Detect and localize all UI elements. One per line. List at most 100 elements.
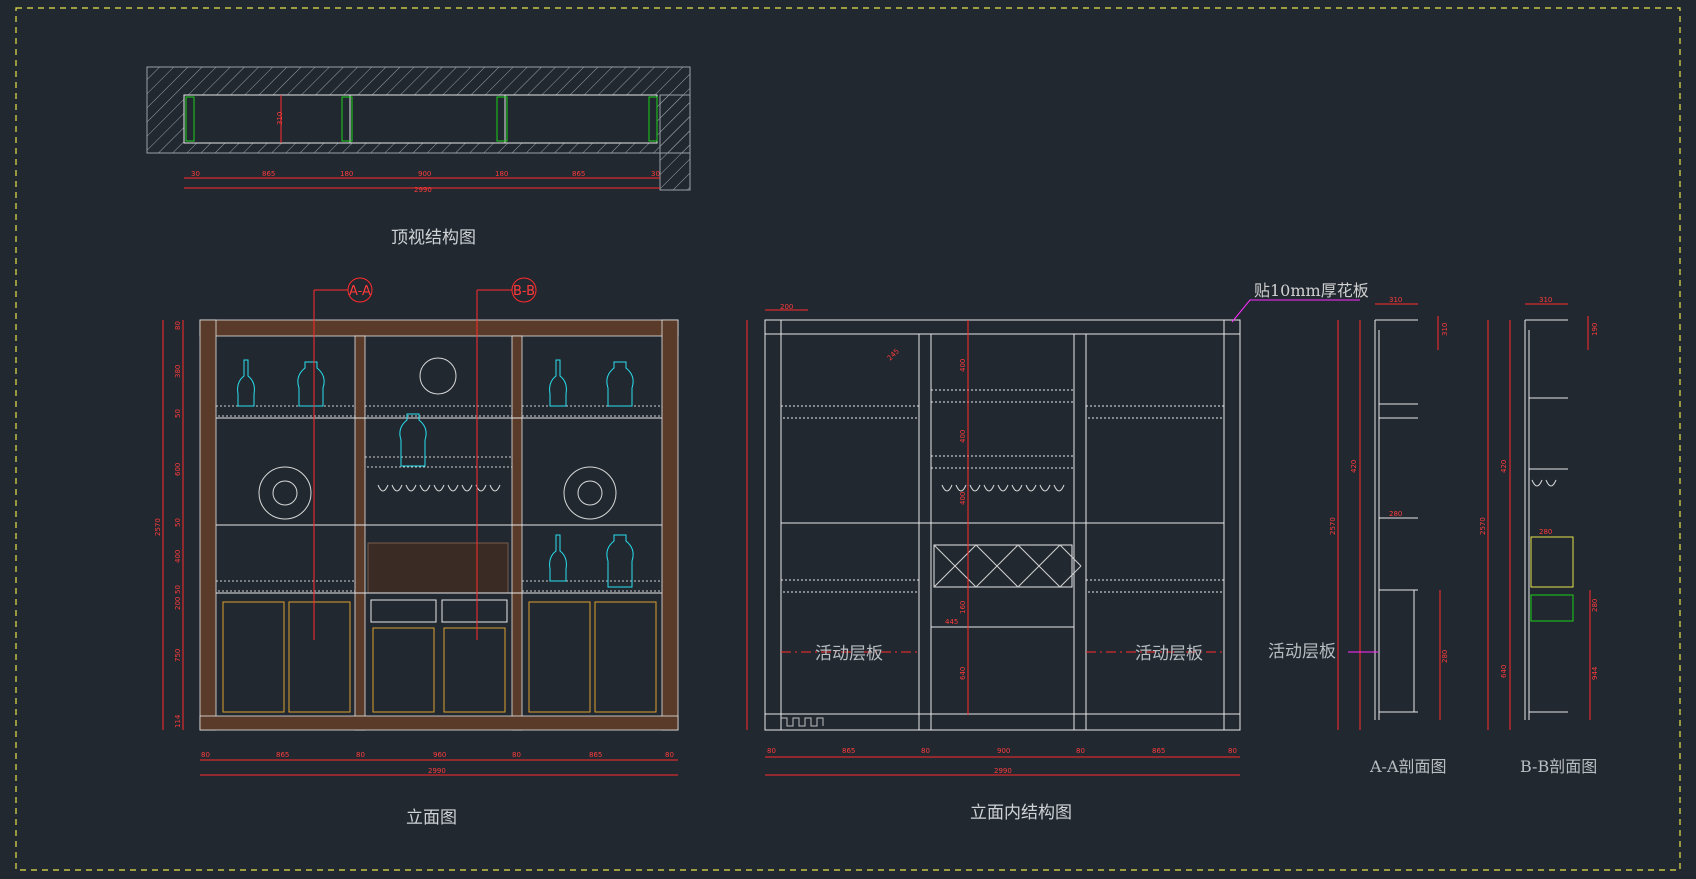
front-railing [215,580,356,592]
inner-mid-post [918,333,932,731]
bottle-icon [549,534,567,582]
dim-label: 190 [1591,323,1599,336]
dim-label: 200 [174,597,182,610]
cabinet-door [528,601,591,713]
hanging-glasses [377,484,501,492]
glass-rack [364,456,513,468]
dim-label: 445 [945,618,958,626]
dim-label: 400 [959,359,967,372]
cabinet-crown [199,319,679,337]
dim-label: 400 [174,550,182,563]
dim-label: 400 [959,430,967,443]
dim-label: 200 [780,303,793,311]
decanter-icon [419,357,457,395]
greek-key-band [781,717,824,727]
dim-label: 900 [997,747,1010,755]
cad-drawing-canvas: 30 865 180 900 180 865 30 2990 310 顶视结构图 [15,7,1681,871]
inner-mid-post [1073,333,1087,731]
dim-label: 180 [495,170,508,178]
wine-rack [367,542,509,594]
dim-label: 2990 [428,767,446,775]
dim-label: 280 [1389,510,1402,518]
section-b-title: B-B剖面图 [1520,757,1597,776]
decanter-icon [563,466,617,520]
top-view-cabinet [183,94,658,144]
dim-label: 180 [340,170,353,178]
dim-label: 865 [589,751,602,759]
bottle-icon [237,359,255,407]
cabinet-plinth [199,715,679,731]
dim-label: 420 [1350,460,1358,473]
inner-railing [780,405,920,419]
vase-icon [606,534,634,588]
vase-icon [297,361,325,407]
section-marker-b-label: B-B [513,284,535,299]
dim-label: 420 [1500,460,1508,473]
front-elevation: A-A B-B 80 865 80 960 80 865 80 2990 80 … [154,277,679,828]
decanter-icon [258,466,312,520]
dim-label: 2570 [1329,517,1337,535]
dim-label: 114 [174,714,182,728]
cabinet-mid-post [511,335,523,731]
dim-label: 900 [418,170,431,178]
dim-label: 50 [174,585,182,594]
top-view: 30 865 180 900 180 865 30 2990 310 顶视结构图 [146,66,691,248]
section-a: 310 280 420 2570 310 280 活动层板 A-A剖面图 [1268,296,1449,776]
dim-label: 400 [959,492,967,505]
dim-label: 80 [201,751,210,759]
shelf-label-left: 活动层板 [815,644,883,664]
inner-railing [1085,579,1225,593]
top-view-title: 顶视结构图 [391,228,476,248]
section-marker-a-label: A-A [349,284,371,299]
dim-label: 80 [1076,747,1085,755]
section-b: 310 280 420 2570 190 280 640 944 B-B剖面图 [1479,296,1599,776]
dim-label: 80 [512,751,521,759]
inner-left-post [764,319,782,731]
dim-label: 80 [767,747,776,755]
dim-label: 865 [1152,747,1165,755]
dim-label: 640 [959,667,967,680]
front-railing [521,405,663,417]
inner-railing [930,455,1075,469]
bottle-icon [549,359,567,407]
cabinet-mid-post [354,335,366,731]
dim-label: 310 [1539,296,1552,304]
inner-glasses [941,484,1065,492]
dim-label: 865 [262,170,275,178]
cabinet-left-post [199,319,217,731]
section-b-wine-holder [1530,594,1574,622]
shelf-label-right: 活动层板 [1135,644,1203,664]
dim-label: 960 [433,751,446,759]
inner-right-post [1223,319,1241,731]
dim-label: 944 [1591,666,1599,680]
front-railing [215,405,356,417]
dim-label: 30 [651,170,660,178]
cabinet-door [222,601,285,713]
dim-label: 865 [842,747,855,755]
dim-label: 865 [276,751,289,759]
dim-label: 380 [174,365,182,378]
inner-structure [764,319,1241,731]
dim-label: 310 [276,112,284,125]
dim-label: 865 [572,170,585,178]
cabinet-door [372,627,435,713]
dim-label: 30 [191,170,200,178]
dim-label: 280 [1539,528,1552,536]
dim-label: 50 [174,409,182,418]
cabinet-right-post [661,319,679,731]
dim-label: 310 [1389,296,1402,304]
dim-label: 80 [356,751,365,759]
front-title: 立面图 [406,808,457,828]
dim-label: 80 [665,751,674,759]
dim-label: 50 [174,518,182,527]
dim-label: 310 [1441,323,1449,336]
cabinet-door [443,627,506,713]
panel-note-leader [1231,299,1360,323]
inner-plinth [764,713,1241,731]
inner-railing [780,579,920,593]
shelf-label-section: 活动层板 [1268,642,1336,662]
inner-railing [1085,405,1225,419]
section-b-drawer [1530,536,1574,588]
dim-label: 600 [174,463,182,476]
cabinet-door [594,601,657,713]
